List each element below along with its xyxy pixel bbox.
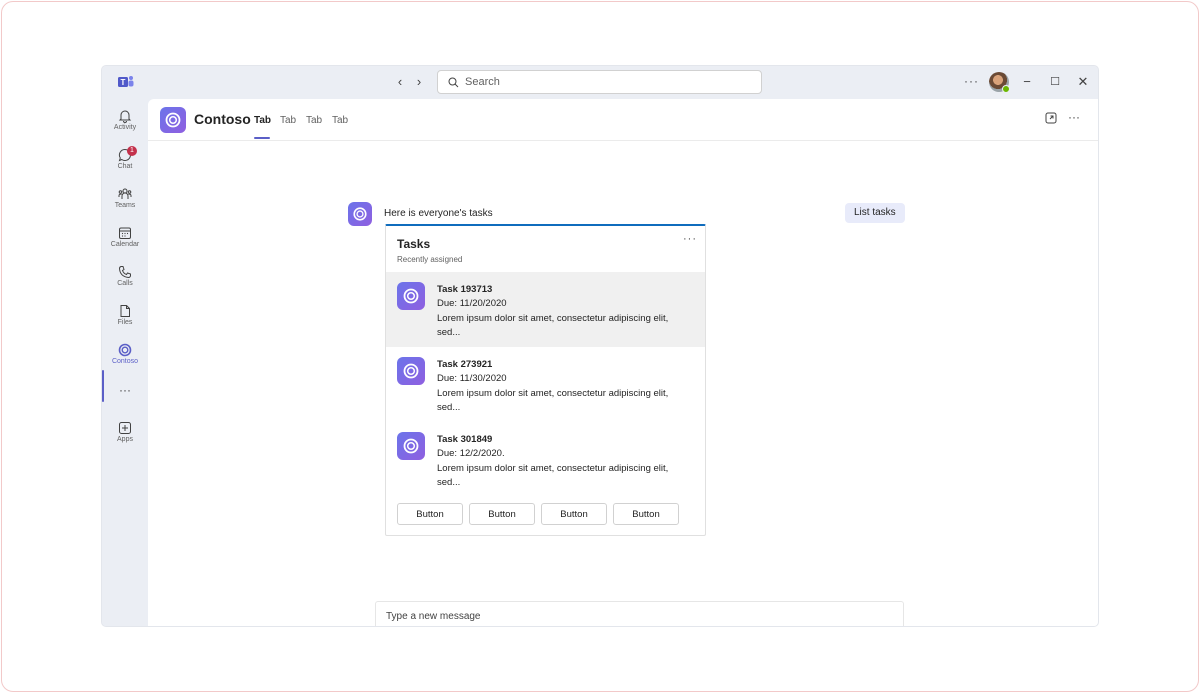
contoso-logo-icon bbox=[353, 207, 367, 221]
rail-item-calls[interactable]: Calls bbox=[102, 263, 148, 299]
user-message: List tasks bbox=[845, 203, 905, 223]
header-more-button[interactable]: ··· bbox=[1066, 110, 1082, 126]
card-more-button[interactable]: ··· bbox=[683, 233, 697, 245]
presence-indicator bbox=[1002, 85, 1010, 93]
task-name: Task 193713 bbox=[437, 284, 493, 295]
card-button-4[interactable]: Button bbox=[613, 503, 679, 525]
minimize-button[interactable]: − bbox=[1018, 73, 1036, 91]
maximize-button[interactable]: ☐ bbox=[1046, 73, 1064, 91]
task-due: Due: 11/20/2020 bbox=[437, 298, 507, 309]
app-header: Contoso Tab Tab Tab Tab ··· bbox=[148, 99, 1098, 141]
card-title: Tasks bbox=[397, 237, 431, 251]
popout-button[interactable] bbox=[1043, 112, 1059, 128]
message-input[interactable] bbox=[386, 611, 886, 622]
rail-item-chat[interactable]: 1 Chat bbox=[102, 146, 148, 182]
popout-icon bbox=[1045, 112, 1057, 124]
teams-logo-icon: T bbox=[118, 76, 134, 87]
rail-label: Activity bbox=[113, 124, 137, 131]
rail-label: Contoso bbox=[111, 358, 139, 365]
contoso-icon bbox=[118, 343, 132, 357]
bot-message: Here is everyone's tasks bbox=[384, 208, 493, 219]
contoso-logo-icon bbox=[403, 438, 419, 454]
task-desc: Lorem ipsum dolor sit amet, consectetur … bbox=[437, 388, 669, 413]
rail-label: Calendar bbox=[110, 241, 140, 248]
card-button-2[interactable]: Button bbox=[469, 503, 535, 525]
rail-more-button[interactable]: ··· bbox=[102, 382, 148, 418]
rail-item-activity[interactable]: Activity bbox=[102, 107, 148, 143]
task-desc: Lorem ipsum dolor sit amet, consectetur … bbox=[437, 313, 669, 338]
teams-icon bbox=[118, 188, 132, 199]
contoso-logo-icon bbox=[165, 112, 181, 128]
task-app-icon bbox=[397, 282, 425, 310]
rail-label: Calls bbox=[117, 280, 133, 287]
search-icon bbox=[448, 77, 459, 87]
task-due: Due: 11/30/2020 bbox=[437, 373, 507, 384]
contoso-app-icon bbox=[160, 107, 186, 133]
rail-label: Apps bbox=[117, 436, 133, 443]
rail-label: Files bbox=[117, 319, 133, 326]
tab-3[interactable]: Tab bbox=[306, 115, 322, 126]
tab-4[interactable]: Tab bbox=[332, 115, 348, 126]
task-name: Task 301849 bbox=[437, 434, 493, 445]
tab-active-indicator bbox=[254, 137, 270, 139]
teams-window: T ‹ › ··· − ☐ ✕ Activity bbox=[102, 66, 1098, 626]
card-button-1[interactable]: Button bbox=[397, 503, 463, 525]
task-item[interactable]: Task 193713 Due: 11/20/2020 Lorem ipsum … bbox=[386, 272, 705, 347]
tasks-card: Tasks Recently assigned ··· Task 193713 … bbox=[385, 224, 706, 536]
search-box[interactable] bbox=[437, 70, 762, 94]
card-subtitle: Recently assigned bbox=[397, 255, 463, 264]
app-title: Contoso bbox=[194, 111, 251, 127]
rail-item-apps[interactable]: Apps bbox=[102, 419, 148, 455]
back-button[interactable]: ‹ bbox=[391, 73, 409, 91]
apps-icon bbox=[119, 422, 131, 434]
bell-icon bbox=[118, 110, 132, 123]
main-area: Contoso Tab Tab Tab Tab ··· List tasks H… bbox=[148, 99, 1098, 626]
contoso-logo-icon bbox=[403, 288, 419, 304]
calendar-icon bbox=[119, 227, 131, 239]
tab-2[interactable]: Tab bbox=[280, 115, 296, 126]
tab-1[interactable]: Tab bbox=[254, 115, 271, 126]
file-icon bbox=[120, 305, 130, 317]
contoso-logo-icon bbox=[403, 363, 419, 379]
task-due: Due: 12/2/2020. bbox=[437, 448, 505, 459]
bot-avatar bbox=[348, 202, 372, 226]
rail-item-calendar[interactable]: Calendar bbox=[102, 224, 148, 260]
search-input[interactable] bbox=[465, 76, 735, 88]
task-item[interactable]: Task 301849 Due: 12/2/2020. Lorem ipsum … bbox=[386, 422, 705, 497]
task-app-icon bbox=[397, 432, 425, 460]
rail-item-contoso[interactable]: Contoso bbox=[102, 341, 148, 377]
message-composer[interactable] bbox=[375, 601, 904, 626]
close-button[interactable]: ✕ bbox=[1074, 73, 1092, 91]
rail-label: Teams bbox=[114, 202, 136, 209]
rail-label: Chat bbox=[117, 163, 133, 170]
chat-badge: 1 bbox=[127, 146, 137, 156]
rail-item-teams[interactable]: Teams bbox=[102, 185, 148, 221]
app-rail: Activity 1 Chat Teams Calendar Calls Fil… bbox=[102, 99, 148, 626]
titlebar-more-button[interactable]: ··· bbox=[964, 74, 979, 88]
rail-item-files[interactable]: Files bbox=[102, 302, 148, 338]
card-button-3[interactable]: Button bbox=[541, 503, 607, 525]
forward-button[interactable]: › bbox=[410, 73, 428, 91]
task-name: Task 273921 bbox=[437, 359, 493, 370]
phone-icon bbox=[118, 266, 131, 279]
svg-text:T: T bbox=[121, 78, 126, 87]
task-item[interactable]: Task 273921 Due: 11/30/2020 Lorem ipsum … bbox=[386, 347, 705, 422]
title-bar: T ‹ › ··· − ☐ ✕ bbox=[102, 66, 1098, 99]
task-app-icon bbox=[397, 357, 425, 385]
task-desc: Lorem ipsum dolor sit amet, consectetur … bbox=[437, 463, 669, 488]
